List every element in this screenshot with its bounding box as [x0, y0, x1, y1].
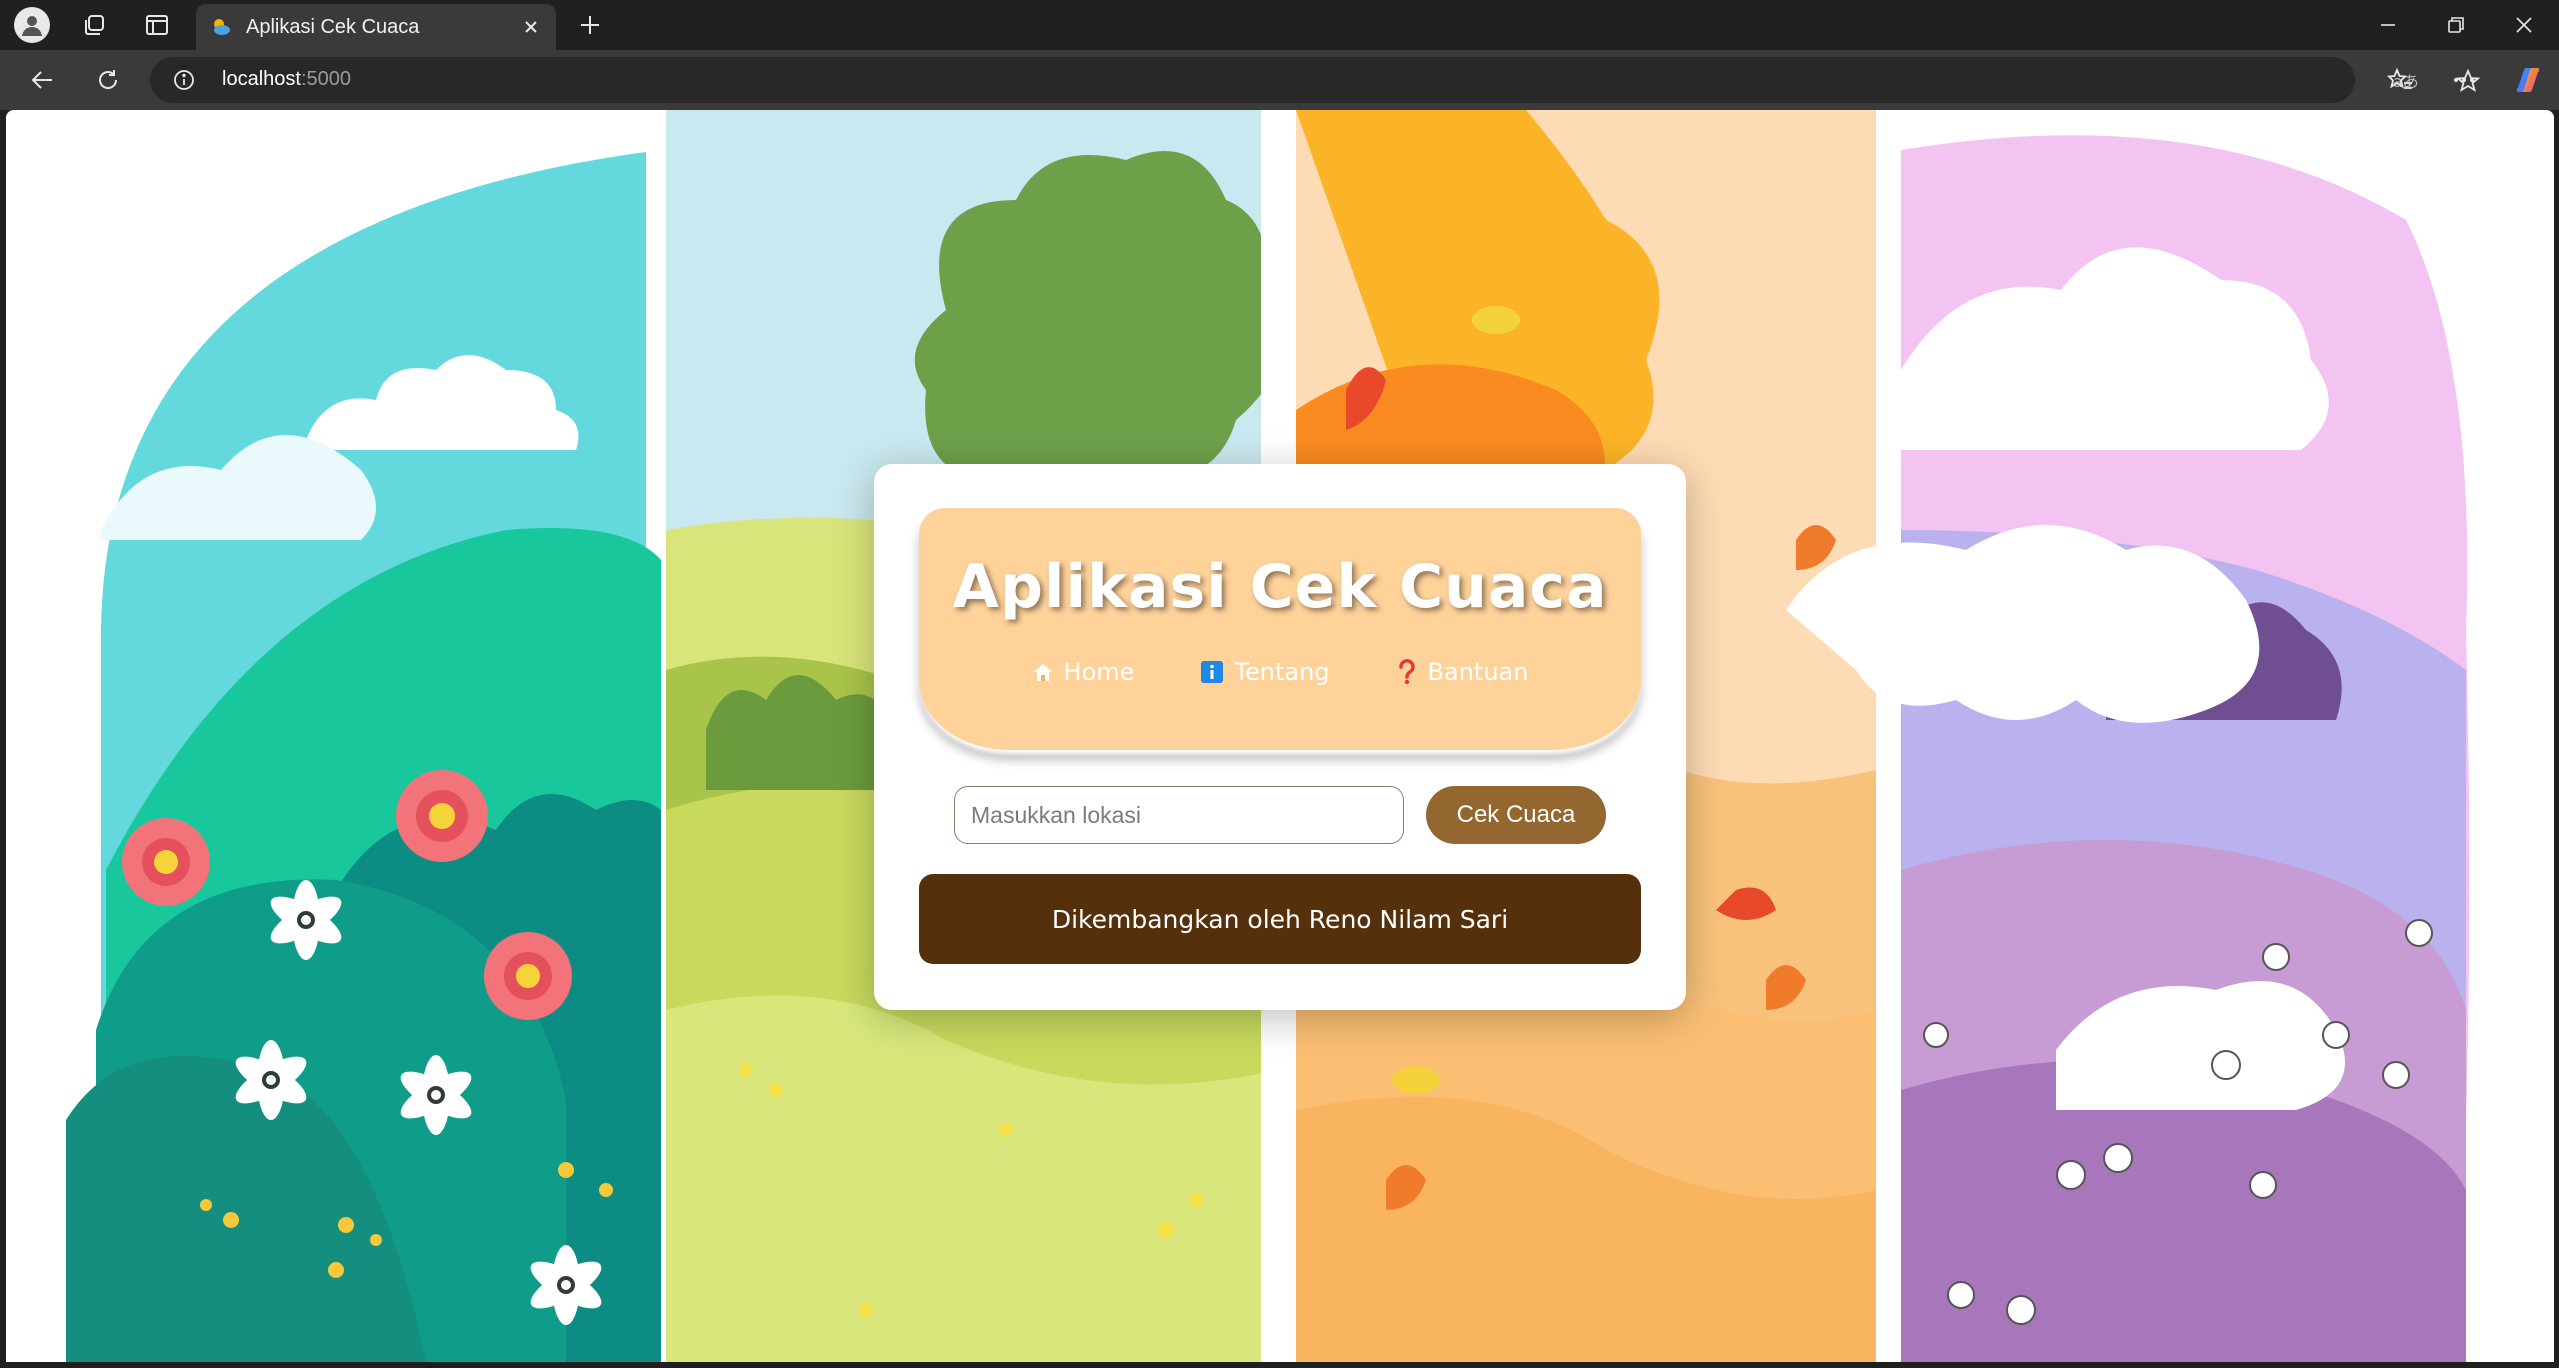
weather-favicon-icon [210, 16, 232, 38]
question-mark-icon [1396, 659, 1418, 685]
main-nav: Home Tentang Bantuan [919, 658, 1641, 686]
reload-icon[interactable] [86, 60, 130, 100]
info-icon[interactable] [170, 66, 198, 94]
ellipsis-icon[interactable] [2442, 60, 2486, 100]
close-tab-icon[interactable] [518, 14, 544, 40]
copilot-icon[interactable] [2506, 60, 2550, 100]
location-search-input[interactable] [954, 786, 1404, 844]
page-viewport: Aplikasi Cek Cuaca Home Tentang Bantuan … [6, 110, 2554, 1362]
nav-bantuan[interactable]: Bantuan [1396, 658, 1529, 686]
nav-bantuan-label: Bantuan [1427, 658, 1529, 686]
url-port: :5000 [300, 68, 351, 90]
close-window-icon[interactable] [2504, 7, 2544, 43]
check-weather-button[interactable]: Cek Cuaca [1426, 786, 1606, 844]
plus-icon[interactable] [568, 7, 612, 43]
minimize-icon[interactable] [2368, 7, 2408, 43]
vertical-tabs-icon[interactable] [135, 7, 179, 43]
favorites-icon[interactable] [2378, 60, 2422, 100]
address-bar[interactable]: localhost:5000 aあ [150, 57, 2481, 103]
weather-app-card: Aplikasi Cek Cuaca Home Tentang Bantuan … [874, 464, 1686, 1010]
house-icon [1032, 661, 1054, 683]
active-tab[interactable]: Aplikasi Cek Cuaca [196, 4, 556, 50]
developer-credit-text: Dikembangkan oleh Reno Nilam Sari [1051, 904, 1509, 934]
arrow-left-icon[interactable] [20, 60, 64, 100]
browser-tab-bar: Aplikasi Cek Cuaca [0, 0, 2559, 50]
tab-title: Aplikasi Cek Cuaca [246, 15, 420, 38]
profile-icon[interactable] [10, 7, 54, 43]
browser-toolbar: localhost:5000 aあ [0, 50, 2559, 110]
restore-icon[interactable] [2436, 7, 2476, 43]
workspaces-icon[interactable] [72, 7, 116, 43]
page-title: Aplikasi Cek Cuaca [952, 552, 1608, 622]
nav-home[interactable]: Home [1032, 658, 1135, 686]
url-text: localhost:5000 [222, 68, 351, 91]
app-header: Aplikasi Cek Cuaca Home Tentang Bantuan [919, 508, 1641, 750]
url-host: localhost [222, 68, 301, 90]
developer-credit: Dikembangkan oleh Reno Nilam Sari [919, 874, 1641, 964]
info-icon [1200, 660, 1224, 684]
nav-tentang[interactable]: Tentang [1200, 658, 1330, 686]
nav-home-label: Home [1063, 658, 1135, 686]
nav-tentang-label: Tentang [1234, 658, 1330, 686]
